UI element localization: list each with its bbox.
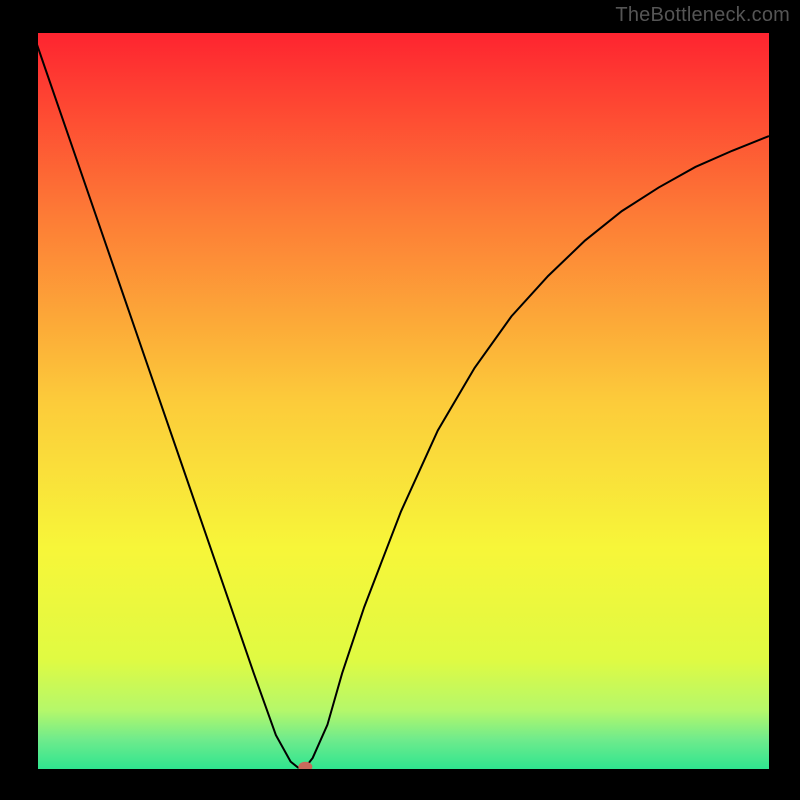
- left-black-strip: [33, 33, 38, 769]
- chart-svg: [0, 0, 800, 800]
- chart-container: TheBottleneck.com: [0, 0, 800, 800]
- watermark-text: TheBottleneck.com: [615, 4, 790, 27]
- plot-background-gradient: [33, 33, 769, 769]
